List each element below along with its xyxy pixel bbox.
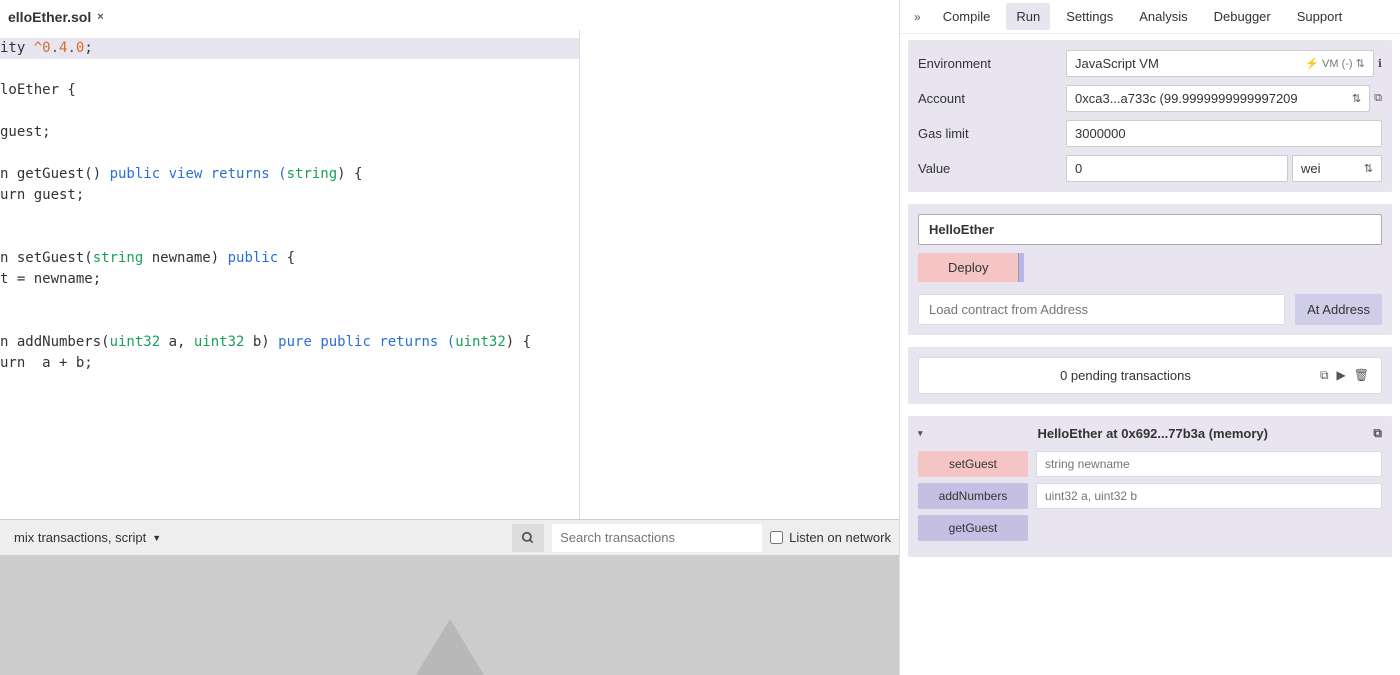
gas-limit-label: Gas limit xyxy=(918,126,1056,141)
collapse-icon[interactable]: » xyxy=(908,10,927,24)
function-row: addNumbers xyxy=(918,483,1382,509)
deploy-dropdown-toggle[interactable] xyxy=(1018,253,1024,282)
at-address-button[interactable]: At Address xyxy=(1295,294,1382,325)
instance-title: HelloEther at 0x692...77b3a (memory) xyxy=(942,426,1363,441)
copy-address-icon[interactable]: ⧉ xyxy=(1373,426,1382,441)
value-label: Value xyxy=(918,161,1056,176)
contract-select[interactable]: HelloEther xyxy=(918,214,1382,245)
pending-section: 0 pending transactions ⧉ ▶ 🗑 xyxy=(908,347,1392,404)
collapse-instance-icon[interactable]: ▾ xyxy=(918,428,932,439)
environment-section: Environment JavaScript VM ⚡VM (-)⇅ ℹ Acc… xyxy=(908,40,1392,192)
environment-label: Environment xyxy=(918,56,1056,71)
ethereum-logo-icon xyxy=(416,619,484,675)
tab-support[interactable]: Support xyxy=(1287,3,1353,30)
file-tab-active[interactable]: elloEther.sol × xyxy=(0,5,112,29)
value-input[interactable] xyxy=(1066,155,1288,182)
search-input[interactable] xyxy=(552,524,762,552)
chevron-updown-icon: ⇅ xyxy=(1352,92,1361,105)
pending-text: 0 pending transactions xyxy=(931,368,1320,383)
terminal-output[interactable] xyxy=(0,555,899,675)
editor-side-panel xyxy=(579,30,899,519)
function-input-addnumbers[interactable] xyxy=(1036,483,1382,509)
copy-icon[interactable]: ⧉ xyxy=(1374,92,1382,105)
function-button-addnumbers[interactable]: addNumbers xyxy=(918,483,1028,509)
record-icon[interactable]: ⧉ xyxy=(1320,368,1329,383)
file-name: elloEther.sol xyxy=(8,9,91,25)
value-unit: wei xyxy=(1301,161,1321,176)
function-button-getguest[interactable]: getGuest xyxy=(918,515,1028,541)
environment-select[interactable]: JavaScript VM ⚡VM (-)⇅ xyxy=(1066,50,1374,77)
vm-indicator: ⚡VM (-)⇅ xyxy=(1305,57,1364,70)
terminal-mode-dropdown[interactable]: mix transactions, script ▼ xyxy=(8,526,167,549)
function-row: setGuest xyxy=(918,451,1382,477)
pending-transactions-box: 0 pending transactions ⧉ ▶ 🗑 xyxy=(918,357,1382,394)
trash-icon[interactable]: 🗑 xyxy=(1354,368,1369,383)
deploy-button[interactable]: Deploy xyxy=(918,253,1018,282)
tab-analysis[interactable]: Analysis xyxy=(1129,3,1197,30)
function-button-setguest[interactable]: setGuest xyxy=(918,451,1028,477)
account-value: 0xca3...a733c (99.9999999999997209 xyxy=(1075,91,1298,106)
chevron-down-icon: ▼ xyxy=(152,533,161,543)
gas-limit-input[interactable] xyxy=(1066,120,1382,147)
close-icon[interactable]: × xyxy=(97,12,103,23)
function-row: getGuest xyxy=(918,515,1382,541)
load-address-input[interactable] xyxy=(918,294,1285,325)
deployed-instance: ▾ HelloEther at 0x692...77b3a (memory) ⧉… xyxy=(908,416,1392,557)
search-icon[interactable] xyxy=(512,524,544,552)
terminal-mode-label: mix transactions, script xyxy=(14,530,146,545)
right-tabs: » Compile Run Settings Analysis Debugger… xyxy=(900,0,1400,34)
account-select[interactable]: 0xca3...a733c (99.9999999999997209 ⇅ xyxy=(1066,85,1370,112)
chevron-updown-icon: ⇅ xyxy=(1364,162,1373,175)
account-label: Account xyxy=(918,91,1056,106)
tab-settings[interactable]: Settings xyxy=(1056,3,1123,30)
tab-debugger[interactable]: Debugger xyxy=(1204,3,1281,30)
contract-name: HelloEther xyxy=(929,222,994,237)
tab-compile[interactable]: Compile xyxy=(933,3,1001,30)
info-icon[interactable]: ℹ xyxy=(1378,57,1382,70)
code-editor[interactable]: ity ^0.4.0; loEther { guest; n getGuest(… xyxy=(0,30,579,374)
deploy-section: HelloEther Deploy At Address xyxy=(908,204,1392,335)
listen-network-checkbox[interactable] xyxy=(770,531,783,544)
value-unit-select[interactable]: wei ⇅ xyxy=(1292,155,1382,182)
run-panel: » Compile Run Settings Analysis Debugger… xyxy=(900,0,1400,675)
play-icon[interactable]: ▶ xyxy=(1337,368,1346,383)
editor-panel: elloEther.sol × ity ^0.4.0; loEther { gu… xyxy=(0,0,900,675)
environment-value: JavaScript VM xyxy=(1075,56,1159,71)
terminal-toolbar: mix transactions, script ▼ Listen on net… xyxy=(0,519,899,555)
function-input-setguest[interactable] xyxy=(1036,451,1382,477)
file-tabs: elloEther.sol × xyxy=(0,0,899,30)
tab-run[interactable]: Run xyxy=(1006,3,1050,30)
listen-network-label: Listen on network xyxy=(789,530,891,545)
